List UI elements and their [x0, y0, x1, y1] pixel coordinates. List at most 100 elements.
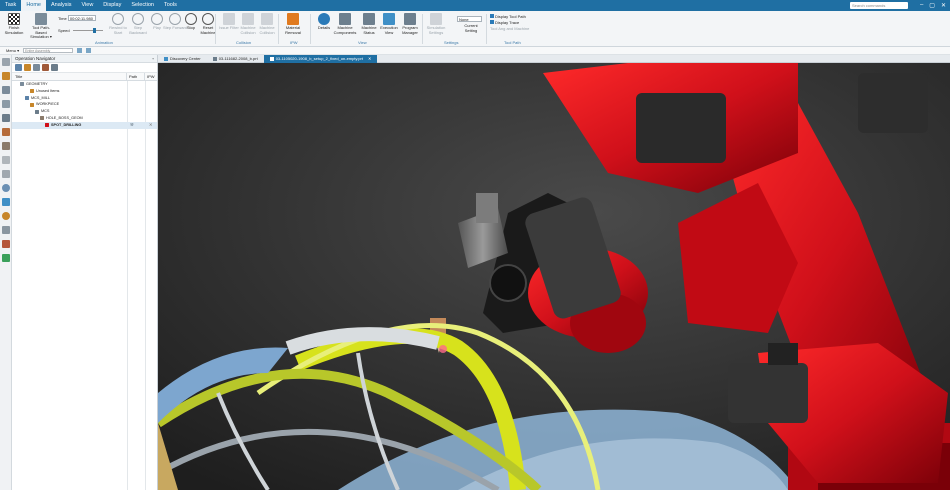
- clock-icon[interactable]: [2, 212, 10, 220]
- operation-navigator: Operation Navigator ▫ Title Path IPW GEO…: [12, 55, 158, 490]
- menu-selection[interactable]: Selection: [126, 0, 159, 11]
- menu-home[interactable]: Home: [21, 0, 46, 11]
- tool-angle-toggle[interactable]: Tool Ang and Machine: [490, 26, 529, 32]
- tree-row[interactable]: SPOT_DRILLING ⚒ ✕: [12, 121, 157, 129]
- machine-collision-2-button[interactable]: Machine Collision: [255, 13, 279, 35]
- group-ipw-label: IPW: [290, 40, 298, 45]
- tree-row-label: MCS_MILL: [31, 95, 50, 100]
- current-setting-button[interactable]: Current Setting: [459, 23, 483, 33]
- web-icon[interactable]: [2, 254, 10, 262]
- tree-node-icon: [20, 82, 24, 87]
- tree-node-icon: [30, 89, 34, 94]
- menu-view[interactable]: View: [76, 0, 98, 11]
- divider: [486, 14, 487, 44]
- execution-icon: [383, 13, 395, 25]
- column-path[interactable]: Path: [127, 73, 145, 80]
- resource-bar: [0, 55, 12, 490]
- speed-knob[interactable]: [92, 28, 96, 33]
- command-search-input[interactable]: Search commands: [850, 2, 908, 9]
- step-back-icon: [132, 13, 144, 25]
- geometry-icon[interactable]: [2, 142, 10, 150]
- tree-node-icon: [45, 123, 49, 128]
- close-icon[interactable]: ✕: [941, 2, 946, 9]
- part-icon: [212, 57, 217, 61]
- program-manager-button[interactable]: Program Manager: [398, 13, 422, 35]
- tab-part-file[interactable]: 03-111682-2008_b.prt: [207, 55, 264, 63]
- graphics-viewport[interactable]: [158, 63, 950, 490]
- tree-row[interactable]: GEOMETRY: [12, 81, 157, 88]
- tree-row-label: MCS: [41, 109, 50, 114]
- navigator-title: Operation Navigator: [15, 56, 56, 61]
- navigator-icon[interactable]: [2, 72, 10, 80]
- menu-bar: Task Home Analysis View Display Selectio…: [0, 0, 950, 11]
- simulation-settings-button[interactable]: Simulation Settings: [424, 13, 448, 35]
- navigator-close-icon[interactable]: ▫: [152, 55, 154, 62]
- settings-icon: [430, 13, 442, 25]
- tree-row[interactable]: WORKPIECE: [12, 101, 157, 108]
- select-icon[interactable]: [86, 48, 92, 53]
- machine-components-button[interactable]: Machine Components: [333, 13, 357, 35]
- roles-icon[interactable]: [2, 240, 10, 248]
- wrench-icon: ⚒: [130, 122, 134, 127]
- toolpath-simulation-button[interactable]: Tool Path-Based Simulation ▾: [28, 13, 54, 40]
- divider: [310, 14, 311, 44]
- finish-simulation-button[interactable]: Finish Simulation: [2, 13, 26, 35]
- collision-icon: [242, 13, 254, 25]
- menu-analysis[interactable]: Analysis: [46, 0, 76, 11]
- tab-setup-file[interactable]: 03-1105020-1908_b_setup_2_fixed_on-empty…: [263, 55, 378, 63]
- part-icon[interactable]: [2, 100, 10, 108]
- tree-row[interactable]: Unused Items: [12, 88, 157, 95]
- tree-row[interactable]: HOLE_BOSS_GEOM: [12, 115, 157, 122]
- time-input[interactable]: 00:02:11.980: [67, 15, 96, 21]
- minimize-icon[interactable]: –: [920, 2, 923, 9]
- status-icon: [363, 13, 375, 25]
- material-removal-button[interactable]: Material Removal: [281, 13, 305, 35]
- divider: [127, 81, 128, 490]
- toolpath-options: Display Tool Path Display Trace Tool Ang…: [490, 14, 529, 32]
- column-title[interactable]: Title: [12, 73, 127, 80]
- sphere-icon[interactable]: [2, 184, 10, 192]
- program-order-view-icon[interactable]: [15, 64, 22, 71]
- method-icon[interactable]: [2, 156, 10, 164]
- tree-node-icon: [40, 116, 44, 121]
- method-view-icon[interactable]: [42, 64, 49, 71]
- document-tabs: Discovery Center 03-111682-2008_b.prt 03…: [158, 55, 950, 63]
- filter-select[interactable]: Entire Assembly: [23, 48, 74, 53]
- reset-icon: [202, 13, 214, 25]
- tree-row[interactable]: MCS: [12, 108, 157, 115]
- machine-tool-view-icon[interactable]: [24, 64, 31, 71]
- settings-icon[interactable]: [2, 58, 10, 66]
- menu-dropdown[interactable]: Menu ▾: [6, 48, 19, 53]
- group-animation-label: Animation: [95, 40, 113, 45]
- menu-display[interactable]: Display: [98, 0, 126, 11]
- geometry-view-icon[interactable]: [33, 64, 40, 71]
- tree-row[interactable]: MCS_MILL: [12, 95, 157, 102]
- menu-task[interactable]: Task: [0, 0, 21, 11]
- components-icon: [339, 13, 351, 25]
- divider: [422, 14, 423, 44]
- history-icon[interactable]: [2, 170, 10, 178]
- program-order-icon[interactable]: [2, 128, 10, 136]
- display-icon: [490, 20, 494, 24]
- quick-access-bar: Menu ▾ Entire Assembly: [0, 47, 950, 55]
- column-ipw[interactable]: IPW: [145, 73, 155, 80]
- menu-tools[interactable]: Tools: [159, 0, 182, 11]
- tools-icon[interactable]: [2, 226, 10, 234]
- speed-slider[interactable]: Speed: [58, 28, 103, 33]
- tree-node-icon: [35, 109, 39, 114]
- divider: [278, 14, 279, 44]
- tab-discovery-center[interactable]: Discovery Center: [158, 55, 207, 63]
- navigator-column-header: Title Path IPW: [12, 73, 157, 81]
- tree-row-label: HOLE_BOSS_GEOM: [46, 115, 83, 120]
- filter-view-icon[interactable]: [51, 64, 58, 71]
- snap-icon[interactable]: [77, 48, 83, 53]
- ipw-status-icon: ✕: [149, 122, 153, 127]
- machine-tool-icon[interactable]: [2, 114, 10, 122]
- close-tab-icon[interactable]: ✕: [368, 55, 371, 63]
- restore-icon[interactable]: ▢: [929, 2, 935, 9]
- layer-icon[interactable]: [2, 198, 10, 206]
- assembly-icon[interactable]: [2, 86, 10, 94]
- settings-select[interactable]: None: [457, 16, 482, 22]
- window-controls: – ▢ ✕: [920, 2, 946, 9]
- home-icon: [164, 57, 168, 61]
